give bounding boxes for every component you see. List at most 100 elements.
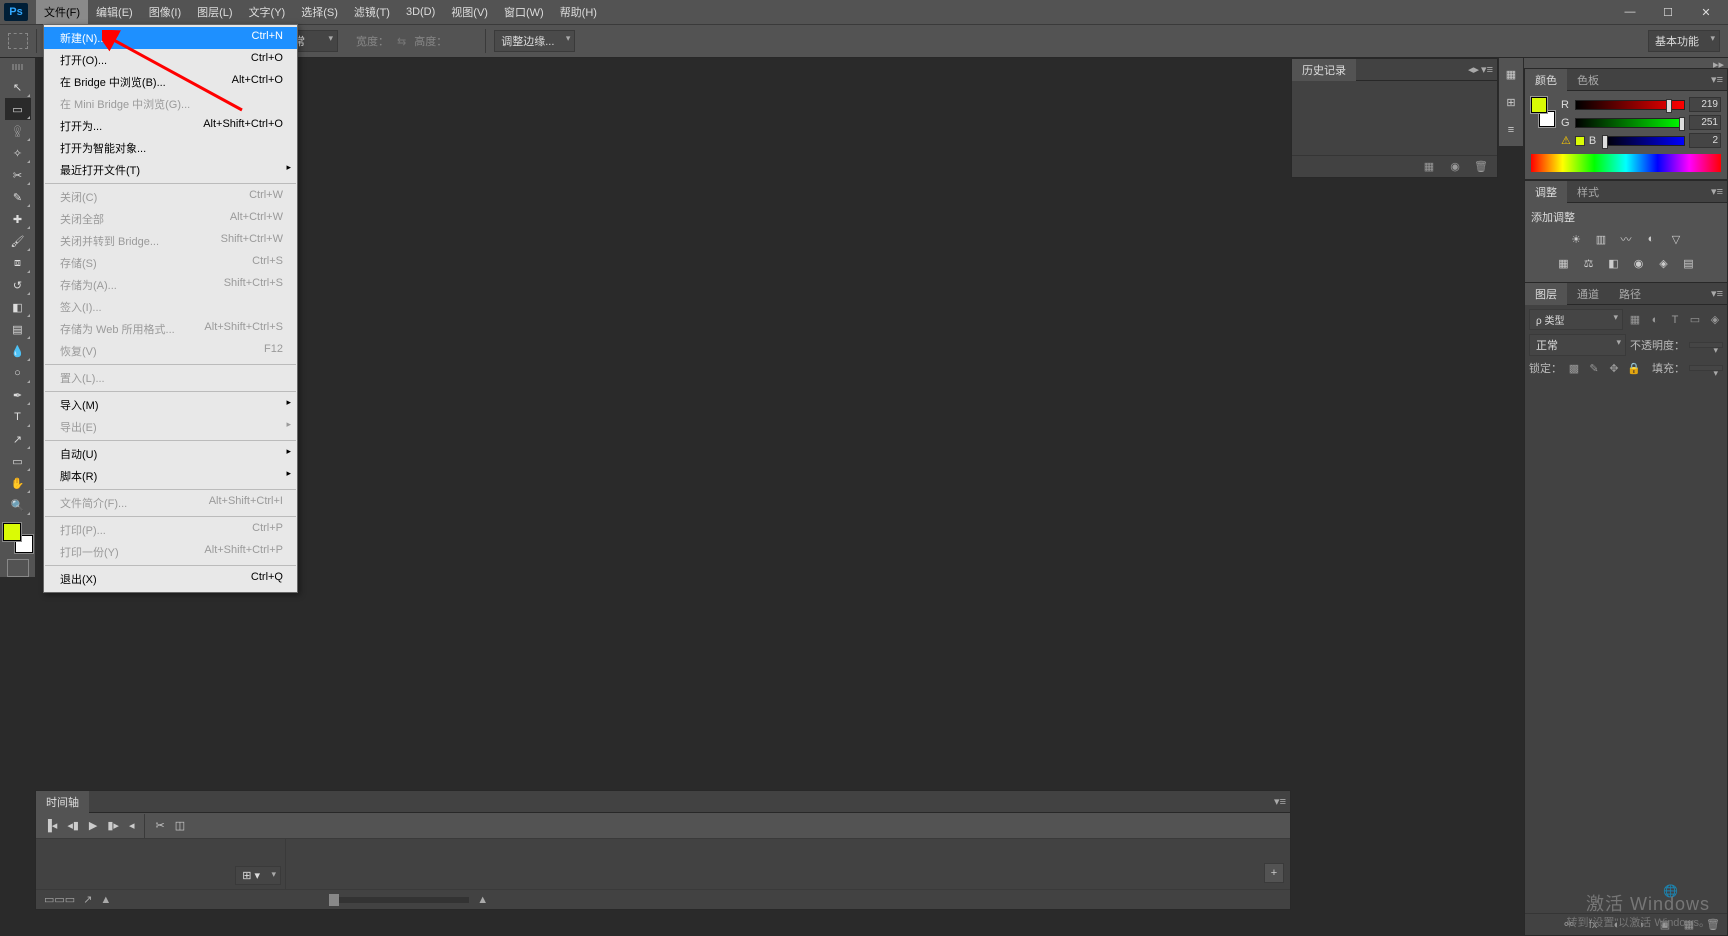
history-list[interactable] <box>1292 81 1497 155</box>
b-value[interactable]: 2 <box>1689 133 1721 148</box>
timeline-zoom-slider[interactable] <box>329 897 469 903</box>
clone-stamp-tool[interactable]: ⧈ <box>5 252 31 274</box>
g-value[interactable]: 251 <box>1689 115 1721 130</box>
tl-convert-icon[interactable]: ▭▭▭ <box>44 893 75 906</box>
web-safe-icon[interactable] <box>1575 136 1585 146</box>
healing-brush-tool[interactable]: ✚ <box>5 208 31 230</box>
menu-help[interactable]: 帮助(H) <box>552 0 605 24</box>
lasso-tool[interactable]: 𓍰 <box>5 120 31 142</box>
type-tool[interactable]: T <box>5 406 31 428</box>
fill-value[interactable] <box>1689 365 1723 371</box>
b-slider[interactable] <box>1603 136 1685 146</box>
shape-tool[interactable]: ▭ <box>5 450 31 472</box>
tl-prev-icon[interactable]: ◂▮ <box>67 819 79 832</box>
menu-type[interactable]: 文字(Y) <box>241 0 294 24</box>
filter-adjust-icon[interactable]: ◐ <box>1647 312 1663 328</box>
tool-preset-icon[interactable] <box>8 33 28 49</box>
dock-collapse-icon[interactable]: ▸▸ <box>1524 58 1728 68</box>
g-slider[interactable] <box>1575 118 1685 128</box>
crop-tool[interactable]: ✂ <box>5 164 31 186</box>
curves-icon[interactable]: 〰 <box>1618 231 1634 247</box>
tl-next-icon[interactable]: ▮▸ <box>107 819 119 832</box>
history-new-doc-icon[interactable]: ▦ <box>1421 159 1437 175</box>
paths-tab[interactable]: 路径 <box>1609 283 1651 305</box>
swatches-tab[interactable]: 色板 <box>1567 69 1609 91</box>
styles-tab[interactable]: 样式 <box>1567 181 1609 203</box>
file-menu-item[interactable]: 最近打开文件(T) <box>44 159 297 181</box>
r-slider[interactable] <box>1575 100 1685 110</box>
menu-3d[interactable]: 3D(D) <box>398 2 443 22</box>
move-tool[interactable]: ↖ <box>5 76 31 98</box>
dodge-tool[interactable]: ○ <box>5 362 31 384</box>
menu-window[interactable]: 窗口(W) <box>496 0 552 24</box>
marquee-tool[interactable]: ▭ <box>5 98 31 120</box>
panel-collapse-icon[interactable]: ◂▸ <box>1468 63 1479 76</box>
color-swatches[interactable] <box>3 523 33 553</box>
file-menu-item[interactable]: 在 Bridge 中浏览(B)...Alt+Ctrl+O <box>44 71 297 93</box>
timeline-tab[interactable]: 时间轴 <box>36 791 89 813</box>
panel-icon-1[interactable]: ▦ <box>1499 61 1523 87</box>
refine-edge-button[interactable]: 调整边缘... <box>494 30 575 52</box>
adjustments-tab[interactable]: 调整 <box>1525 181 1567 203</box>
color-panel-menu-icon[interactable]: ▾≡ <box>1711 73 1723 86</box>
maximize-button[interactable]: ☐ <box>1654 4 1682 20</box>
eyedropper-tool[interactable]: ✎ <box>5 186 31 208</box>
levels-icon[interactable]: ▥ <box>1593 231 1609 247</box>
layers-tab[interactable]: 图层 <box>1525 283 1567 305</box>
close-button[interactable]: ✕ <box>1692 4 1720 20</box>
menu-layer[interactable]: 图层(L) <box>189 0 240 24</box>
gradient-tool[interactable]: ▤ <box>5 318 31 340</box>
lock-pixel-icon[interactable]: ✎ <box>1586 360 1602 376</box>
path-select-tool[interactable]: ↗ <box>5 428 31 450</box>
adjust-panel-menu-icon[interactable]: ▾≡ <box>1711 185 1723 198</box>
file-menu-item[interactable]: 打开(O)...Ctrl+O <box>44 49 297 71</box>
hand-tool[interactable]: ✋ <box>5 472 31 494</box>
blur-tool[interactable]: 💧 <box>5 340 31 362</box>
menu-filter[interactable]: 滤镜(T) <box>346 0 398 24</box>
brightness-icon[interactable]: ☀ <box>1568 231 1584 247</box>
timeline-add-button[interactable]: + <box>1264 863 1284 883</box>
vibrance-icon[interactable]: ▽ <box>1668 231 1684 247</box>
tl-zoom-in-icon[interactable]: ▲ <box>477 894 488 906</box>
opacity-value[interactable] <box>1689 342 1723 348</box>
layers-panel-menu-icon[interactable]: ▾≡ <box>1711 287 1723 300</box>
tl-zoom-out-icon[interactable]: ▲ <box>100 894 111 906</box>
file-menu-item[interactable]: 退出(X)Ctrl+Q <box>44 568 297 590</box>
menu-file[interactable]: 文件(F) <box>36 0 88 24</box>
brush-tool[interactable]: 🖌 <box>5 230 31 252</box>
timeline-track-menu[interactable]: ⊞ ▾ <box>235 866 281 885</box>
menu-select[interactable]: 选择(S) <box>293 0 346 24</box>
zoom-tool[interactable]: 🔍 <box>5 494 31 516</box>
file-menu-item[interactable]: 打开为...Alt+Shift+Ctrl+O <box>44 115 297 137</box>
workspace-switcher[interactable]: 基本功能 <box>1648 30 1720 52</box>
tl-last-icon[interactable]: ◂ <box>129 819 135 832</box>
magic-wand-tool[interactable]: ✧ <box>5 142 31 164</box>
toolbox-grip[interactable] <box>3 64 33 72</box>
color-spectrum[interactable] <box>1531 154 1721 172</box>
panel-menu-icon[interactable]: ▾≡ <box>1481 63 1493 76</box>
history-snapshot-icon[interactable]: ◉ <box>1447 159 1463 175</box>
bw-icon[interactable]: ◧ <box>1606 255 1622 271</box>
menu-image[interactable]: 图像(I) <box>141 0 189 24</box>
pen-tool[interactable]: ✒ <box>5 384 31 406</box>
channel-mixer-icon[interactable]: ◈ <box>1656 255 1672 271</box>
lock-trans-icon[interactable]: ▩ <box>1566 360 1582 376</box>
file-menu-item[interactable]: 脚本(R) <box>44 465 297 487</box>
file-menu-item[interactable]: 打开为智能对象... <box>44 137 297 159</box>
hue-icon[interactable]: ▦ <box>1556 255 1572 271</box>
quick-mask-toggle[interactable] <box>7 559 29 577</box>
r-value[interactable]: 219 <box>1689 97 1721 112</box>
file-menu-item[interactable]: 新建(N)...Ctrl+N <box>44 27 297 49</box>
timeline-menu-icon[interactable]: ▾≡ <box>1274 795 1286 808</box>
filter-smart-icon[interactable]: ◈ <box>1707 312 1723 328</box>
minimize-button[interactable]: — <box>1616 4 1644 20</box>
tl-cut-icon[interactable]: ✂ <box>155 819 164 832</box>
lock-all-icon[interactable]: 🔒 <box>1626 360 1642 376</box>
eraser-tool[interactable]: ◧ <box>5 296 31 318</box>
filter-pixel-icon[interactable]: ▦ <box>1627 312 1643 328</box>
foreground-color-swatch[interactable] <box>3 523 21 541</box>
panel-icon-2[interactable]: ⊞ <box>1499 89 1523 115</box>
tl-render-icon[interactable]: ↗ <box>83 893 92 906</box>
history-brush-tool[interactable]: ↺ <box>5 274 31 296</box>
file-menu-item[interactable]: 自动(U) <box>44 443 297 465</box>
